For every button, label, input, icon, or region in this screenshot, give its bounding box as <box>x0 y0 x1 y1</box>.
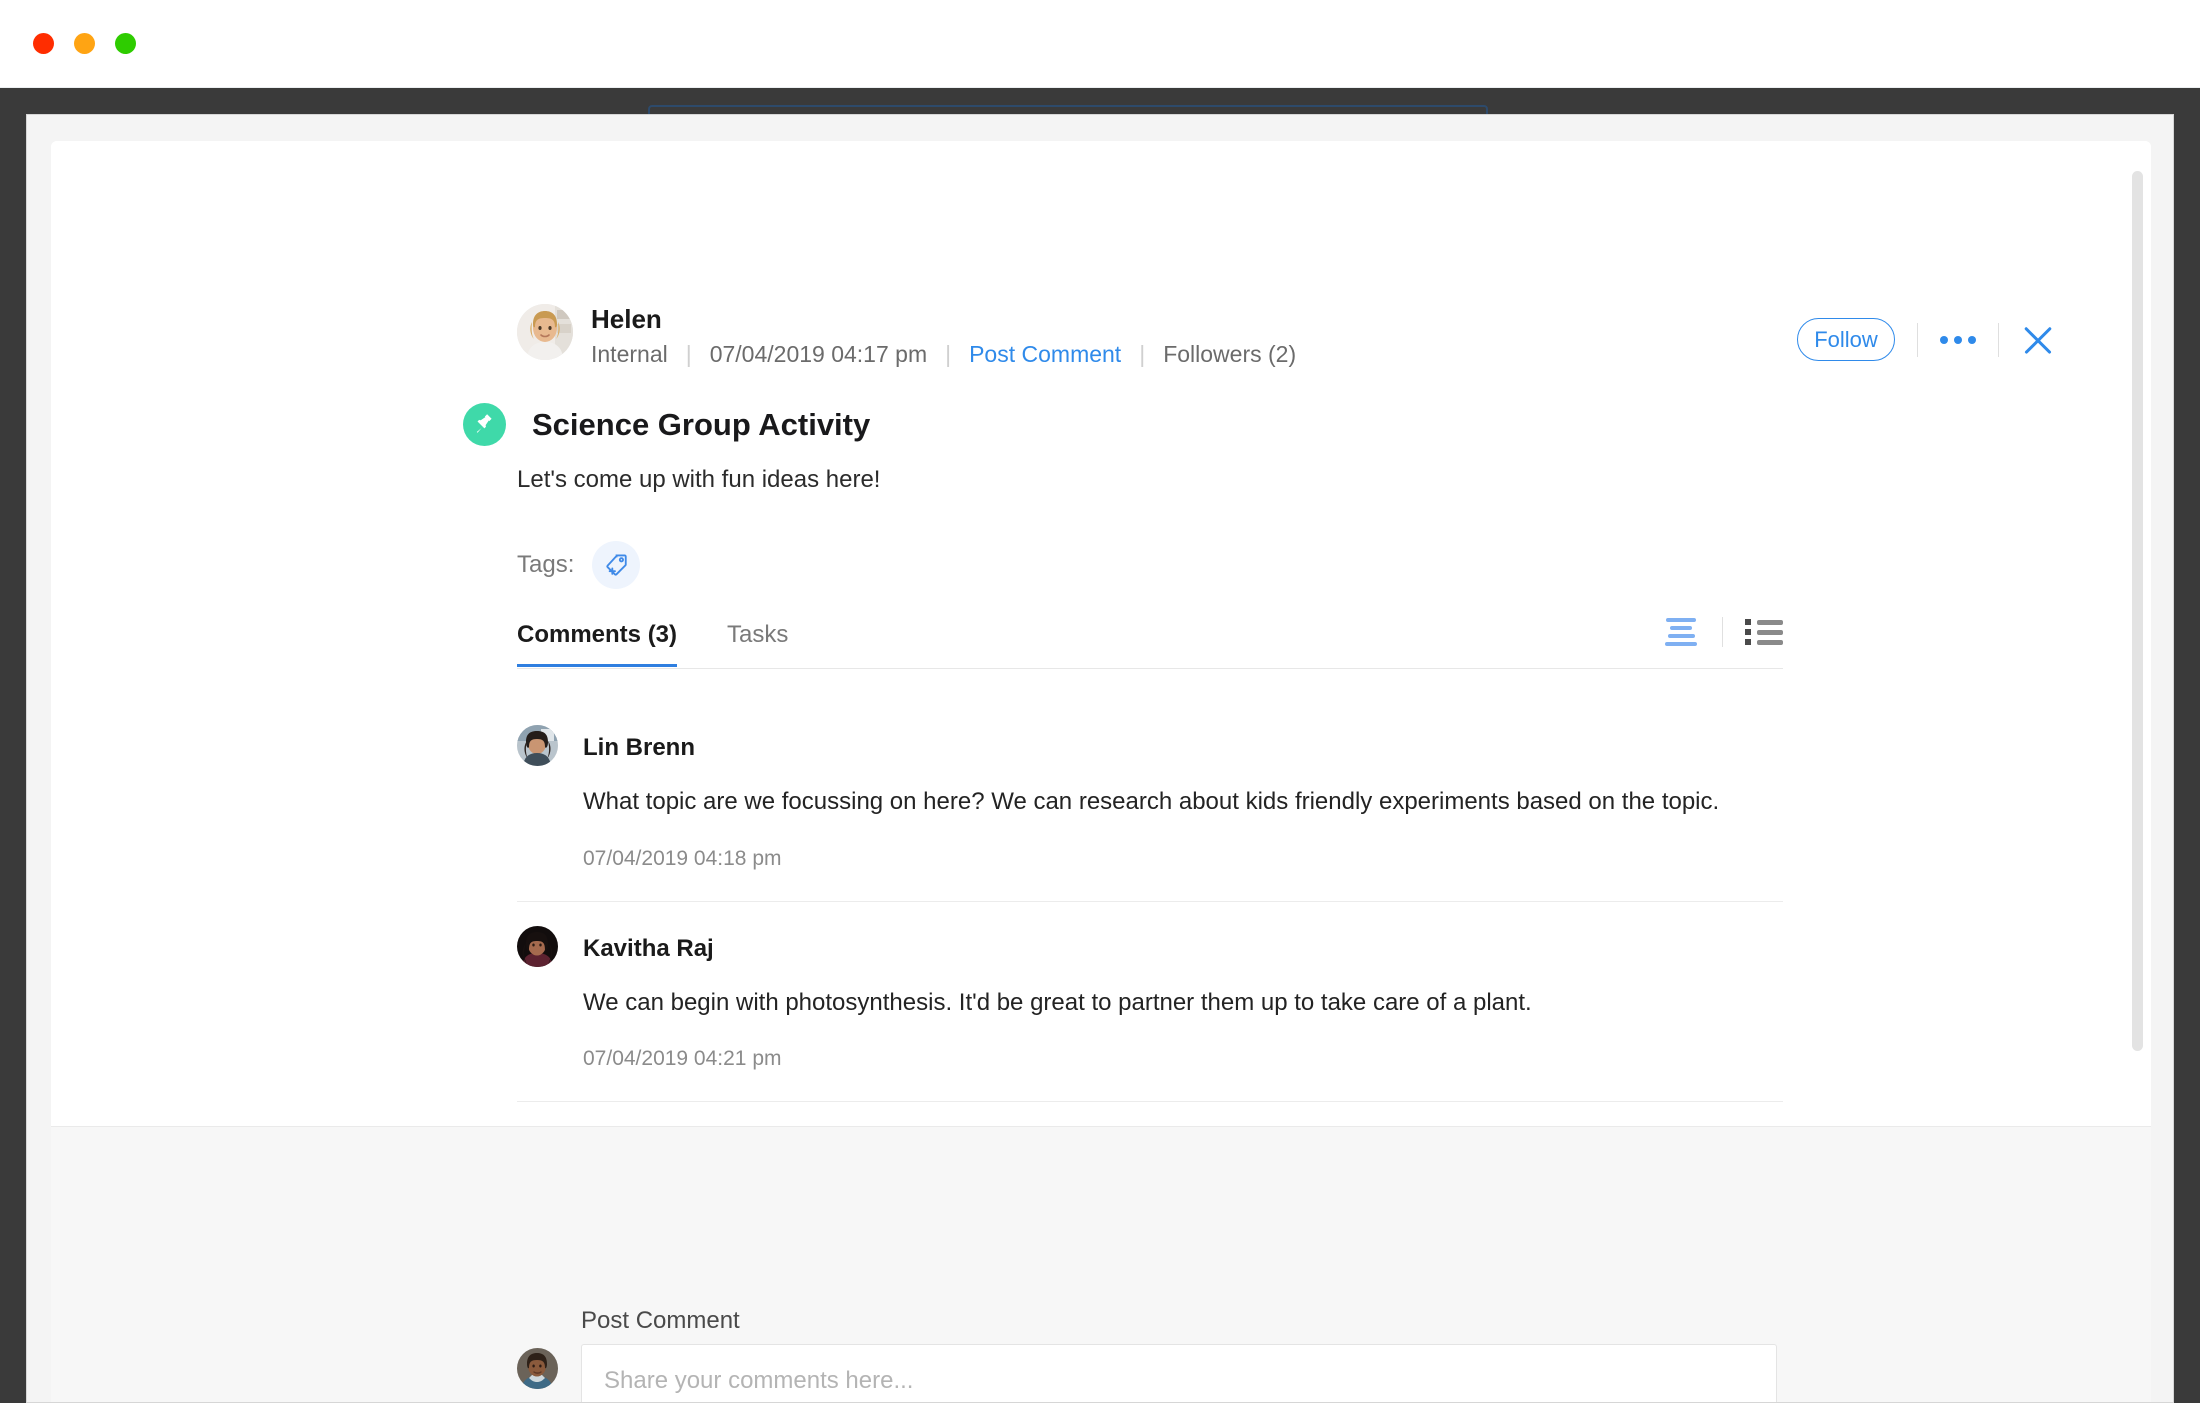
comment-author: Kavitha Raj <box>583 934 714 962</box>
divider: | <box>1139 341 1146 367</box>
close-window-button[interactable] <box>33 33 54 54</box>
comment-item: Lin Brenn What topic are we focussing on… <box>517 701 1783 902</box>
post-description: Let's come up with fun ideas here! <box>517 466 881 493</box>
add-tag-icon[interactable] <box>592 541 641 589</box>
comment-item: Kavitha Raj We can begin with photosynth… <box>517 902 1783 1103</box>
tab-comments[interactable]: Comments (3) <box>517 621 678 667</box>
comments-list: Lin Brenn What topic are we focussing on… <box>517 701 1783 1126</box>
modal-scrollbar[interactable] <box>2132 171 2143 1051</box>
traffic-lights <box>33 33 136 54</box>
post-visibility: Internal <box>591 341 668 367</box>
comment-timestamp: 07/04/2019 04:21 pm <box>583 1047 782 1071</box>
minimize-window-button[interactable] <box>74 33 95 54</box>
divider: | <box>685 341 692 367</box>
modal-scroll-area: Helen Internal | 07/04/2019 04:17 pm | P… <box>51 141 2151 1126</box>
tags-label: Tags: <box>517 551 575 578</box>
post-author: Helen <box>591 304 662 334</box>
divider <box>1917 322 1918 357</box>
comment-body: We can begin with photosynthesis. It'd b… <box>583 988 1532 1016</box>
window-titlebar <box>0 0 2200 88</box>
close-icon[interactable] <box>2021 323 2055 357</box>
detailed-view-icon[interactable] <box>1662 617 1700 647</box>
comment-timestamp: 07/04/2019 04:18 pm <box>583 846 782 870</box>
tags-row: Tags: <box>517 541 641 589</box>
tabs: Comments (3) Tasks <box>517 617 1783 669</box>
more-options-icon[interactable] <box>1940 318 1976 361</box>
avatar <box>517 304 573 360</box>
modal-header-actions: Follow <box>1797 318 2055 361</box>
post-comment-link[interactable]: Post Comment <box>969 341 1121 368</box>
modal-body: Helen Internal | 07/04/2019 04:17 pm | P… <box>51 141 2151 1402</box>
app-window: Search Science Group Activity All Projec… <box>0 0 2200 1403</box>
comment-author: Lin Brenn <box>583 734 695 761</box>
pin-icon <box>463 403 506 446</box>
post-timestamp: 07/04/2019 04:17 pm <box>709 341 928 367</box>
composer-label: Post Comment <box>581 1307 740 1334</box>
avatar <box>517 925 558 967</box>
followers-count[interactable]: Followers (2) <box>1163 341 1296 368</box>
follow-button[interactable]: Follow <box>1797 318 1895 361</box>
tab-tasks[interactable]: Tasks <box>727 621 788 664</box>
page-title: Science Group Activity <box>532 406 871 442</box>
comment-input[interactable]: Share your comments here... <box>581 1344 1777 1402</box>
divider <box>1998 322 1999 357</box>
list-view-icon[interactable] <box>1745 617 1783 647</box>
post-meta: Internal | 07/04/2019 04:17 pm | Post Co… <box>591 341 1296 368</box>
avatar <box>517 1348 558 1389</box>
avatar <box>517 725 558 766</box>
comment-body: What topic are we focussing on here? We … <box>583 788 1720 815</box>
comment-item: Helen That's a good idea. We can also se… <box>517 1102 1783 1126</box>
comment-input-placeholder: Share your comments here... <box>604 1367 914 1394</box>
detail-modal: Helen Internal | 07/04/2019 04:17 pm | P… <box>26 114 2174 1403</box>
post-title-row: Science Group Activity <box>463 403 870 446</box>
divider: | <box>945 341 952 367</box>
zoom-window-button[interactable] <box>115 33 136 54</box>
view-toggle <box>1662 617 1783 647</box>
divider <box>1722 617 1723 647</box>
